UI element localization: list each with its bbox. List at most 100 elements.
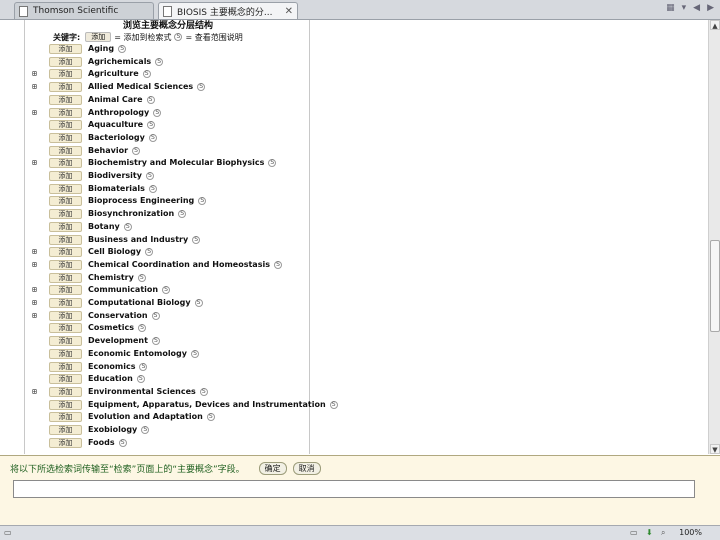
- tab-scroll-left-icon[interactable]: ◀: [693, 3, 700, 13]
- expand-icon[interactable]: ⊞: [32, 158, 37, 167]
- scope-note-icon[interactable]: S: [329, 400, 338, 409]
- scope-note-icon[interactable]: S: [151, 337, 160, 346]
- add-button[interactable]: 添加: [49, 183, 82, 194]
- zoom-level[interactable]: 100%: [679, 528, 702, 537]
- concept-term[interactable]: Economics S: [88, 361, 148, 373]
- scope-note-icon[interactable]: S: [147, 121, 156, 130]
- magnifier-icon[interactable]: ⌕: [661, 528, 665, 538]
- scope-note-icon[interactable]: S: [141, 426, 150, 434]
- scope-note-icon[interactable]: S: [268, 159, 277, 168]
- add-button[interactable]: 添加: [49, 234, 82, 245]
- scope-note-icon[interactable]: S: [137, 324, 146, 333]
- tab-list-icon[interactable]: ▾: [682, 3, 687, 13]
- concept-term[interactable]: Bioprocess Engineering S: [88, 195, 207, 207]
- concept-term[interactable]: Allied Medical Sciences S: [88, 81, 206, 93]
- add-button[interactable]: 添加: [49, 348, 82, 359]
- add-button[interactable]: 添加: [49, 336, 82, 347]
- concept-term[interactable]: Computational Biology S: [88, 297, 203, 309]
- scope-note-icon[interactable]: S: [123, 222, 132, 231]
- add-button[interactable]: 添加: [49, 412, 82, 423]
- add-button[interactable]: 添加: [49, 69, 82, 80]
- add-button[interactable]: 添加: [49, 158, 82, 169]
- add-button[interactable]: 添加: [49, 94, 82, 105]
- scope-note-icon[interactable]: S: [153, 108, 162, 117]
- concept-term[interactable]: Conservation S: [88, 310, 160, 322]
- scope-note-icon[interactable]: S: [132, 146, 141, 155]
- concept-term[interactable]: Chemistry S: [88, 272, 146, 284]
- add-button[interactable]: 添加: [49, 120, 82, 131]
- expand-icon[interactable]: ⊞: [32, 247, 37, 256]
- add-button[interactable]: 添加: [49, 82, 82, 93]
- scope-note-icon[interactable]: S: [197, 83, 206, 92]
- expand-icon[interactable]: ⊞: [32, 82, 37, 91]
- add-button[interactable]: 添加: [49, 132, 82, 143]
- add-button[interactable]: 添加: [49, 145, 82, 156]
- concept-term[interactable]: Economic Entomology S: [88, 348, 199, 360]
- scope-note-icon[interactable]: S: [136, 375, 145, 384]
- download-icon[interactable]: ⬇: [646, 528, 653, 537]
- concept-term[interactable]: Development S: [88, 335, 160, 347]
- add-button[interactable]: 添加: [49, 196, 82, 207]
- add-button[interactable]: 添加: [49, 285, 82, 296]
- concept-term[interactable]: Anthropology S: [88, 107, 162, 119]
- add-button[interactable]: 添加: [49, 361, 82, 372]
- scope-note-icon[interactable]: S: [192, 235, 201, 244]
- expand-icon[interactable]: ⊞: [32, 69, 37, 78]
- scope-note-icon[interactable]: S: [139, 362, 148, 371]
- concept-term[interactable]: Cosmetics S: [88, 322, 146, 334]
- expand-icon[interactable]: ⊞: [32, 311, 37, 320]
- concept-term[interactable]: Behavior S: [88, 145, 141, 157]
- add-button[interactable]: 添加: [49, 209, 82, 220]
- ok-button[interactable]: 确定: [258, 462, 287, 475]
- scope-note-icon[interactable]: S: [198, 197, 207, 206]
- add-button[interactable]: 添加: [49, 44, 82, 54]
- scope-note-icon[interactable]: S: [145, 248, 154, 257]
- concept-term[interactable]: Foods S: [88, 437, 127, 449]
- concept-term[interactable]: Communication S: [88, 284, 171, 296]
- scope-note-icon[interactable]: S: [162, 286, 171, 295]
- concept-term[interactable]: Equipment, Apparatus, Devices and Instru…: [88, 399, 338, 411]
- concept-term[interactable]: Environmental Sciences S: [88, 386, 208, 398]
- add-button[interactable]: 添加: [49, 425, 82, 435]
- tab-grid-icon[interactable]: ▦: [666, 3, 675, 13]
- concept-term[interactable]: Biomaterials S: [88, 183, 157, 195]
- scope-note-icon[interactable]: S: [118, 45, 127, 53]
- expand-icon[interactable]: ⊞: [32, 108, 37, 117]
- scrollbar-thumb[interactable]: [710, 240, 720, 332]
- add-button[interactable]: 添加: [49, 107, 82, 118]
- expand-icon[interactable]: ⊞: [32, 387, 37, 396]
- scope-note-icon[interactable]: S: [148, 184, 157, 193]
- concept-term[interactable]: Biodiversity S: [88, 170, 154, 182]
- selected-terms-input[interactable]: [13, 480, 695, 498]
- concept-term[interactable]: Business and Industry S: [88, 234, 201, 246]
- add-button[interactable]: 添加: [49, 310, 82, 321]
- concept-term[interactable]: Biosynchronization S: [88, 208, 187, 220]
- scope-note-icon[interactable]: S: [155, 57, 164, 66]
- concept-term[interactable]: Botany S: [88, 221, 132, 233]
- tab-thomson-scientific[interactable]: Thomson Scientific: [14, 2, 154, 19]
- add-button[interactable]: 添加: [49, 221, 82, 232]
- add-button[interactable]: 添加: [49, 437, 82, 448]
- tab-scroll-right-icon[interactable]: ▶: [707, 3, 714, 13]
- scroll-down-icon[interactable]: ▼: [710, 444, 720, 454]
- scope-note-icon[interactable]: S: [194, 299, 203, 307]
- close-icon[interactable]: ✕: [285, 6, 293, 17]
- add-button[interactable]: 添加: [49, 247, 82, 258]
- concept-term[interactable]: Biochemistry and Molecular Biophysics S: [88, 157, 277, 169]
- add-button[interactable]: 添加: [49, 171, 82, 181]
- expand-icon[interactable]: ⊞: [32, 298, 37, 307]
- concept-term[interactable]: Cell Biology S: [88, 246, 154, 258]
- scope-note-icon[interactable]: S: [206, 413, 215, 422]
- concept-term[interactable]: Bacteriology S: [88, 132, 157, 144]
- add-button[interactable]: 添加: [49, 323, 82, 334]
- expand-icon[interactable]: ⊞: [32, 260, 37, 269]
- concept-term[interactable]: Agrichemicals S: [88, 56, 164, 68]
- add-button[interactable]: 添加: [49, 298, 82, 308]
- scope-note-icon[interactable]: S: [142, 70, 151, 79]
- tab-biosis-concepts[interactable]: BIOSIS 主要概念的分... ✕: [158, 2, 298, 19]
- concept-term[interactable]: Evolution and Adaptation S: [88, 411, 215, 423]
- expand-icon[interactable]: ⊞: [32, 285, 37, 294]
- concept-term[interactable]: Aging S: [88, 43, 127, 55]
- concept-term[interactable]: Education S: [88, 373, 145, 385]
- scope-note-icon[interactable]: S: [273, 260, 282, 269]
